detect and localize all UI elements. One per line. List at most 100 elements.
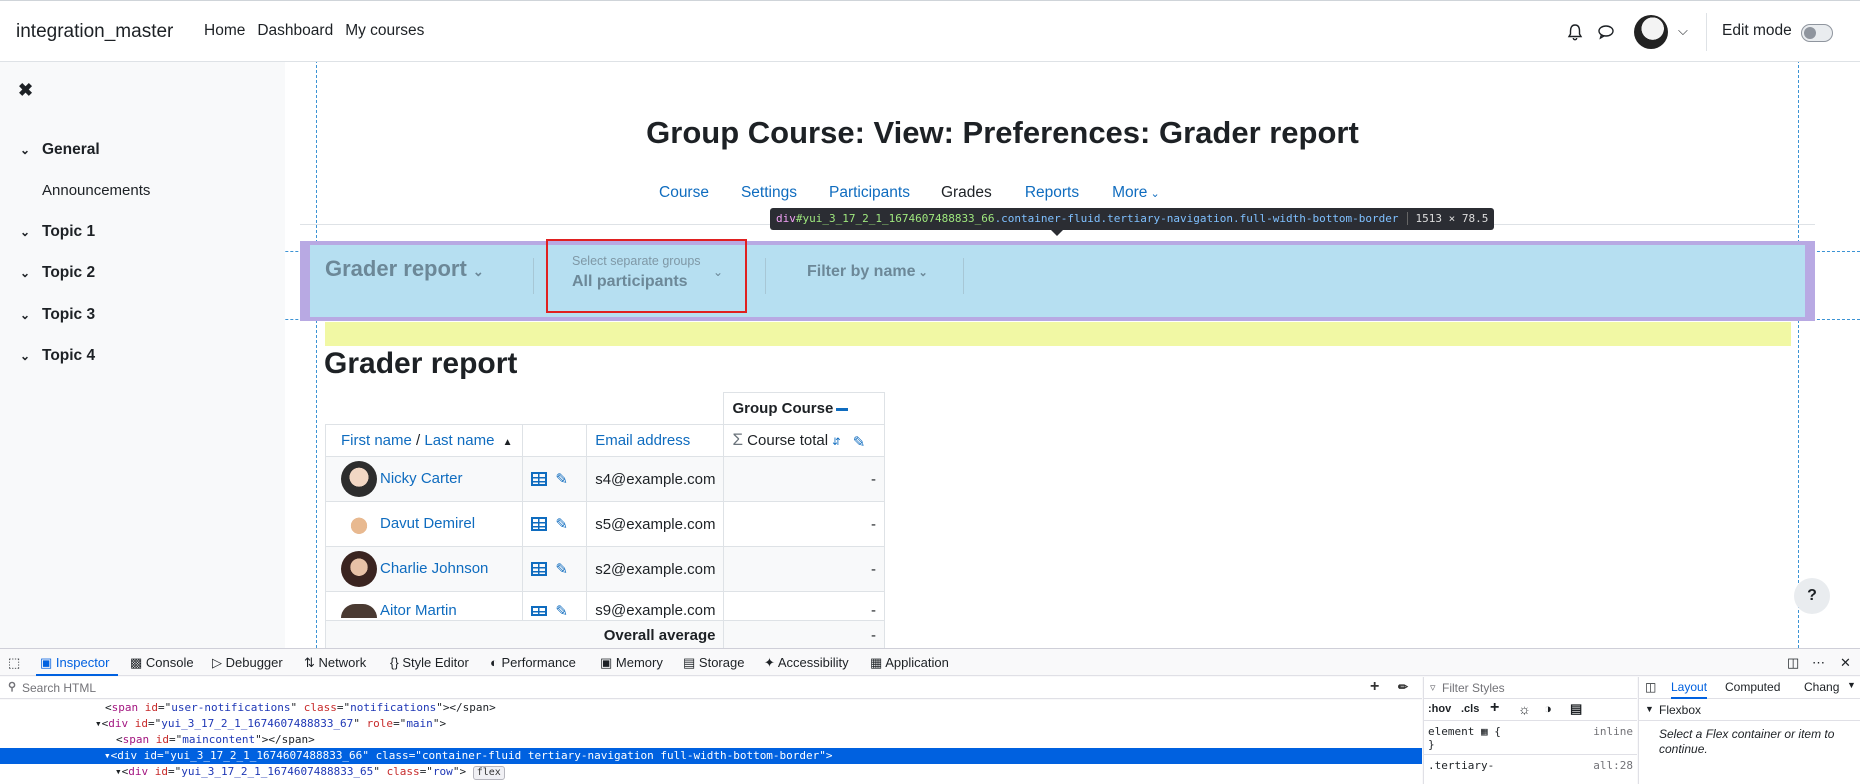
nav-dashboard[interactable]: Dashboard xyxy=(257,22,333,40)
dock-side-icon[interactable]: ◫ xyxy=(1787,655,1799,671)
collapse-icon[interactable] xyxy=(836,407,849,411)
section-label[interactable]: Topic 4 xyxy=(42,347,95,364)
chevron-down-icon[interactable]: ⌄ xyxy=(20,308,42,322)
filter-by-name-dropdown[interactable]: Filter by name ⌄ xyxy=(807,263,928,281)
tab-style-editor[interactable]: {} Style Editor xyxy=(390,655,469,670)
tab-label[interactable]: Console xyxy=(146,655,194,670)
html-line[interactable]: ▾<div id="yui_3_17_2_1_1674607488833_67"… xyxy=(0,716,446,732)
add-rule-icon[interactable]: + xyxy=(1490,699,1499,717)
edit-pencil-icon[interactable]: ✎ xyxy=(555,560,568,578)
html-search-input[interactable]: Search HTML xyxy=(22,681,96,695)
add-node-icon[interactable]: + xyxy=(1370,678,1379,696)
flexbox-section-header[interactable]: Flexbox xyxy=(1659,703,1701,717)
user-name-link[interactable]: Charlie Johnson xyxy=(380,560,488,577)
secnav-participants[interactable]: Participants xyxy=(829,184,910,202)
course-section-general[interactable]: ⌄ General xyxy=(20,141,100,159)
tab-storage[interactable]: ▤ Storage xyxy=(683,655,744,671)
section-label[interactable]: Topic 1 xyxy=(42,223,95,240)
tab-layout[interactable]: Layout xyxy=(1671,680,1708,699)
rule-source[interactable]: inline xyxy=(1593,725,1633,738)
chevron-down-icon[interactable]: ⌄ xyxy=(20,225,42,239)
close-drawer-icon[interactable]: ✖ xyxy=(18,80,33,101)
chevron-down-icon[interactable]: ⌄ xyxy=(473,264,484,279)
help-button[interactable]: ? xyxy=(1794,578,1830,614)
edit-pencil-icon[interactable]: ✎ xyxy=(555,515,568,533)
secnav-course[interactable]: Course xyxy=(659,184,709,202)
secnav-more[interactable]: More ⌄ xyxy=(1112,184,1160,202)
edit-pencil-icon[interactable]: ✎ xyxy=(555,470,568,488)
html-line[interactable]: <span id="user-notifications" class="not… xyxy=(0,700,496,716)
flex-badge[interactable]: flex xyxy=(472,766,505,780)
tab-label[interactable]: Debugger xyxy=(226,655,283,670)
tab-debugger[interactable]: ▷ Debugger xyxy=(212,655,283,671)
tab-label[interactable]: Style Editor xyxy=(402,655,468,670)
user-avatar[interactable] xyxy=(1634,15,1668,49)
course-section-topic-3[interactable]: ⌄ Topic 3 xyxy=(20,306,95,324)
course-total-cell[interactable]: - xyxy=(723,590,885,622)
grid-icon[interactable] xyxy=(531,562,548,577)
grid-icon[interactable] xyxy=(531,472,548,487)
tab-application[interactable]: ▦ Application xyxy=(870,655,949,671)
group-chevron-down-icon[interactable]: ⌄ xyxy=(713,265,723,279)
sort-toggle-icon[interactable]: ⇵ xyxy=(832,437,840,448)
tab-computed[interactable]: Computed xyxy=(1725,680,1780,694)
course-section-topic-4[interactable]: ⌄ Topic 4 xyxy=(20,347,95,365)
sort-first-name-link[interactable]: First name xyxy=(341,432,412,449)
grid-icon[interactable] xyxy=(531,606,548,617)
nav-home[interactable]: Home xyxy=(204,22,245,40)
filter-by-name-label[interactable]: Filter by name xyxy=(807,263,915,280)
site-brand[interactable]: integration_master xyxy=(16,21,173,43)
tab-label[interactable]: Performance xyxy=(501,655,575,670)
tab-memory[interactable]: ▣ Memory xyxy=(600,655,663,671)
course-total-cell[interactable]: - xyxy=(723,546,885,592)
section-label[interactable]: Topic 2 xyxy=(42,264,95,281)
light-mode-icon[interactable]: ☼ xyxy=(1518,701,1531,717)
report-selector-label[interactable]: Grader report xyxy=(325,256,467,281)
tab-console[interactable]: ▩ Console xyxy=(130,655,194,671)
tabs-overflow-icon[interactable]: ▼ xyxy=(1847,680,1856,690)
edit-pencil-icon[interactable]: ✎ xyxy=(555,602,568,620)
tab-accessibility[interactable]: ✦ Accessibility xyxy=(764,655,849,671)
html-search-bar[interactable]: Search HTML ⚲ + ✏ xyxy=(0,677,1422,699)
tab-network[interactable]: ⇅ Network xyxy=(304,655,366,671)
notifications-bell-icon[interactable] xyxy=(1566,23,1584,41)
course-activity-announcements[interactable]: Announcements xyxy=(42,182,150,199)
more-chevron-down-icon[interactable]: ⌄ xyxy=(1147,188,1159,200)
tab-changes[interactable]: Chang xyxy=(1804,680,1839,694)
messages-chat-icon[interactable] xyxy=(1597,23,1615,41)
tab-label[interactable]: Storage xyxy=(699,655,745,670)
secnav-reports[interactable]: Reports xyxy=(1025,184,1079,202)
hover-state-toggle[interactable]: :hov xyxy=(1428,703,1451,715)
course-total-cell[interactable]: - xyxy=(723,501,885,547)
chevron-down-icon[interactable]: ⌄ xyxy=(20,143,42,157)
secnav-more-label[interactable]: More xyxy=(1112,184,1147,201)
user-name-link[interactable]: Aitor Martin xyxy=(380,602,457,619)
report-selector-dropdown[interactable]: Grader report ⌄ xyxy=(325,256,484,282)
class-toggle[interactable]: .cls xyxy=(1461,703,1479,715)
course-total-cell[interactable]: - xyxy=(723,456,885,502)
section-label[interactable]: General xyxy=(42,141,100,158)
group-selector-value[interactable]: All participants xyxy=(572,273,688,291)
tab-label[interactable]: Application xyxy=(885,655,949,670)
secnav-settings[interactable]: Settings xyxy=(741,184,797,202)
edit-mode-toggle[interactable] xyxy=(1801,24,1833,42)
filter-styles-input[interactable]: Filter Styles xyxy=(1442,681,1505,695)
tab-label[interactable]: Network xyxy=(319,655,367,670)
element-picker-icon[interactable]: ⬚ xyxy=(8,655,20,671)
more-options-icon[interactable]: ⋯ xyxy=(1812,655,1825,671)
section-label[interactable]: Topic 3 xyxy=(42,306,95,323)
close-devtools-icon[interactable]: ✕ xyxy=(1840,655,1851,671)
tab-inspector[interactable]: ▣ Inspector xyxy=(40,655,109,671)
eyedropper-icon[interactable]: ✏ xyxy=(1398,680,1408,694)
collapse-triangle-icon[interactable]: ▼ xyxy=(1645,704,1654,714)
tab-label[interactable]: Inspector xyxy=(56,655,109,670)
user-name-link[interactable]: Nicky Carter xyxy=(380,470,463,487)
chevron-down-icon[interactable]: ⌄ xyxy=(915,267,928,279)
sidebar-toggle-icon[interactable]: ◫ xyxy=(1645,680,1656,694)
course-section-topic-2[interactable]: ⌄ Topic 2 xyxy=(20,264,95,282)
html-line[interactable]: ▾<div id="yui_3_17_2_1_1674607488833_65"… xyxy=(0,764,505,780)
html-line[interactable]: <span id="maincontent"></span> xyxy=(0,732,315,748)
user-name-link[interactable]: Davut Demirel xyxy=(380,515,475,532)
sort-last-name-link[interactable]: Last name xyxy=(424,432,494,449)
rule-source[interactable]: all:28 xyxy=(1593,759,1633,772)
